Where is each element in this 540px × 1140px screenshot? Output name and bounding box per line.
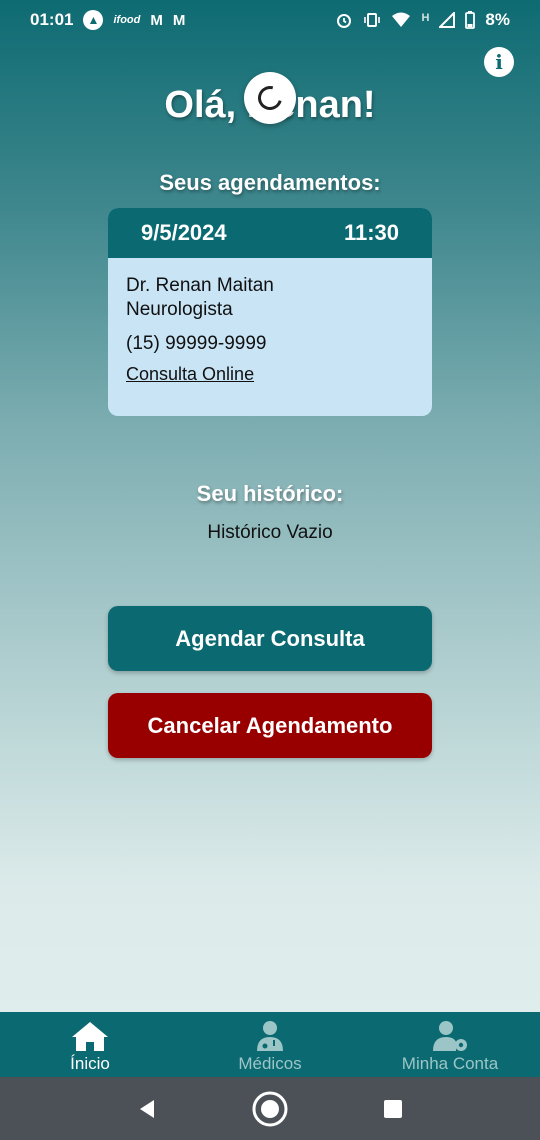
appointment-date: 9/5/2024 <box>141 220 227 245</box>
appointment-header: 9/5/2024 11:30 <box>108 208 432 258</box>
bottom-nav: Ínicio Médicos Minha Conta <box>0 1012 540 1077</box>
appointment-card[interactable]: 9/5/2024 11:30 Dr. Renan Maitan Neurolog… <box>108 208 432 416</box>
home-button-icon[interactable] <box>251 1090 289 1128</box>
info-icon[interactable]: i <box>484 47 514 77</box>
vibrate-icon <box>363 11 381 29</box>
battery-icon <box>465 11 476 29</box>
appointments-title: Seus agendamentos: <box>159 170 381 195</box>
schedule-appointment-button[interactable]: Agendar Consulta <box>108 606 432 671</box>
appointment-type-link[interactable]: Consulta Online <box>126 362 414 386</box>
appointment-doctor: Dr. Renan Maitan <box>126 275 274 296</box>
spinner-icon <box>253 81 287 115</box>
alarm-icon <box>335 11 353 29</box>
gmail-icon: M <box>150 11 163 29</box>
nav-item-account[interactable]: Minha Conta <box>360 1012 540 1077</box>
battery-percent: 8% <box>485 10 510 29</box>
nav-item-home[interactable]: Ínicio <box>0 1012 180 1077</box>
nav-label-home: Ínicio <box>70 1054 110 1073</box>
network-type-label: H <box>421 12 430 24</box>
user-settings-icon <box>433 1021 467 1051</box>
home-icon <box>72 1022 108 1051</box>
back-icon[interactable] <box>136 1098 158 1120</box>
ifood-icon: ifood <box>113 14 141 26</box>
nav-label-doctors: Médicos <box>238 1054 302 1073</box>
history-empty-text: Histórico Vazio <box>207 522 333 543</box>
status-bar: 01:01 ▲ ifood M M H 8% <box>0 0 540 40</box>
nav-item-doctors[interactable]: Médicos <box>180 1012 360 1077</box>
status-time: 01:01 <box>30 10 74 29</box>
nav-label-account: Minha Conta <box>401 1054 499 1073</box>
loading-spinner <box>244 72 296 124</box>
app-circle-icon: ▲ <box>83 10 104 30</box>
cancel-appointment-button[interactable]: Cancelar Agendamento <box>108 693 432 758</box>
appointment-specialty: Neurologista <box>126 299 233 320</box>
appointment-time: 11:30 <box>343 220 399 245</box>
system-nav-bar <box>0 1077 540 1140</box>
signal-icon <box>439 12 456 28</box>
doctor-icon <box>257 1021 283 1051</box>
wifi-icon <box>391 11 411 29</box>
history-title: Seu histórico: <box>196 481 344 506</box>
appointment-phone: (15) 99999-9999 <box>126 333 267 354</box>
gmail-icon: M <box>172 11 186 29</box>
appointment-body: Dr. Renan Maitan Neurologista (15) 99999… <box>108 258 432 402</box>
recents-icon[interactable] <box>382 1098 404 1120</box>
